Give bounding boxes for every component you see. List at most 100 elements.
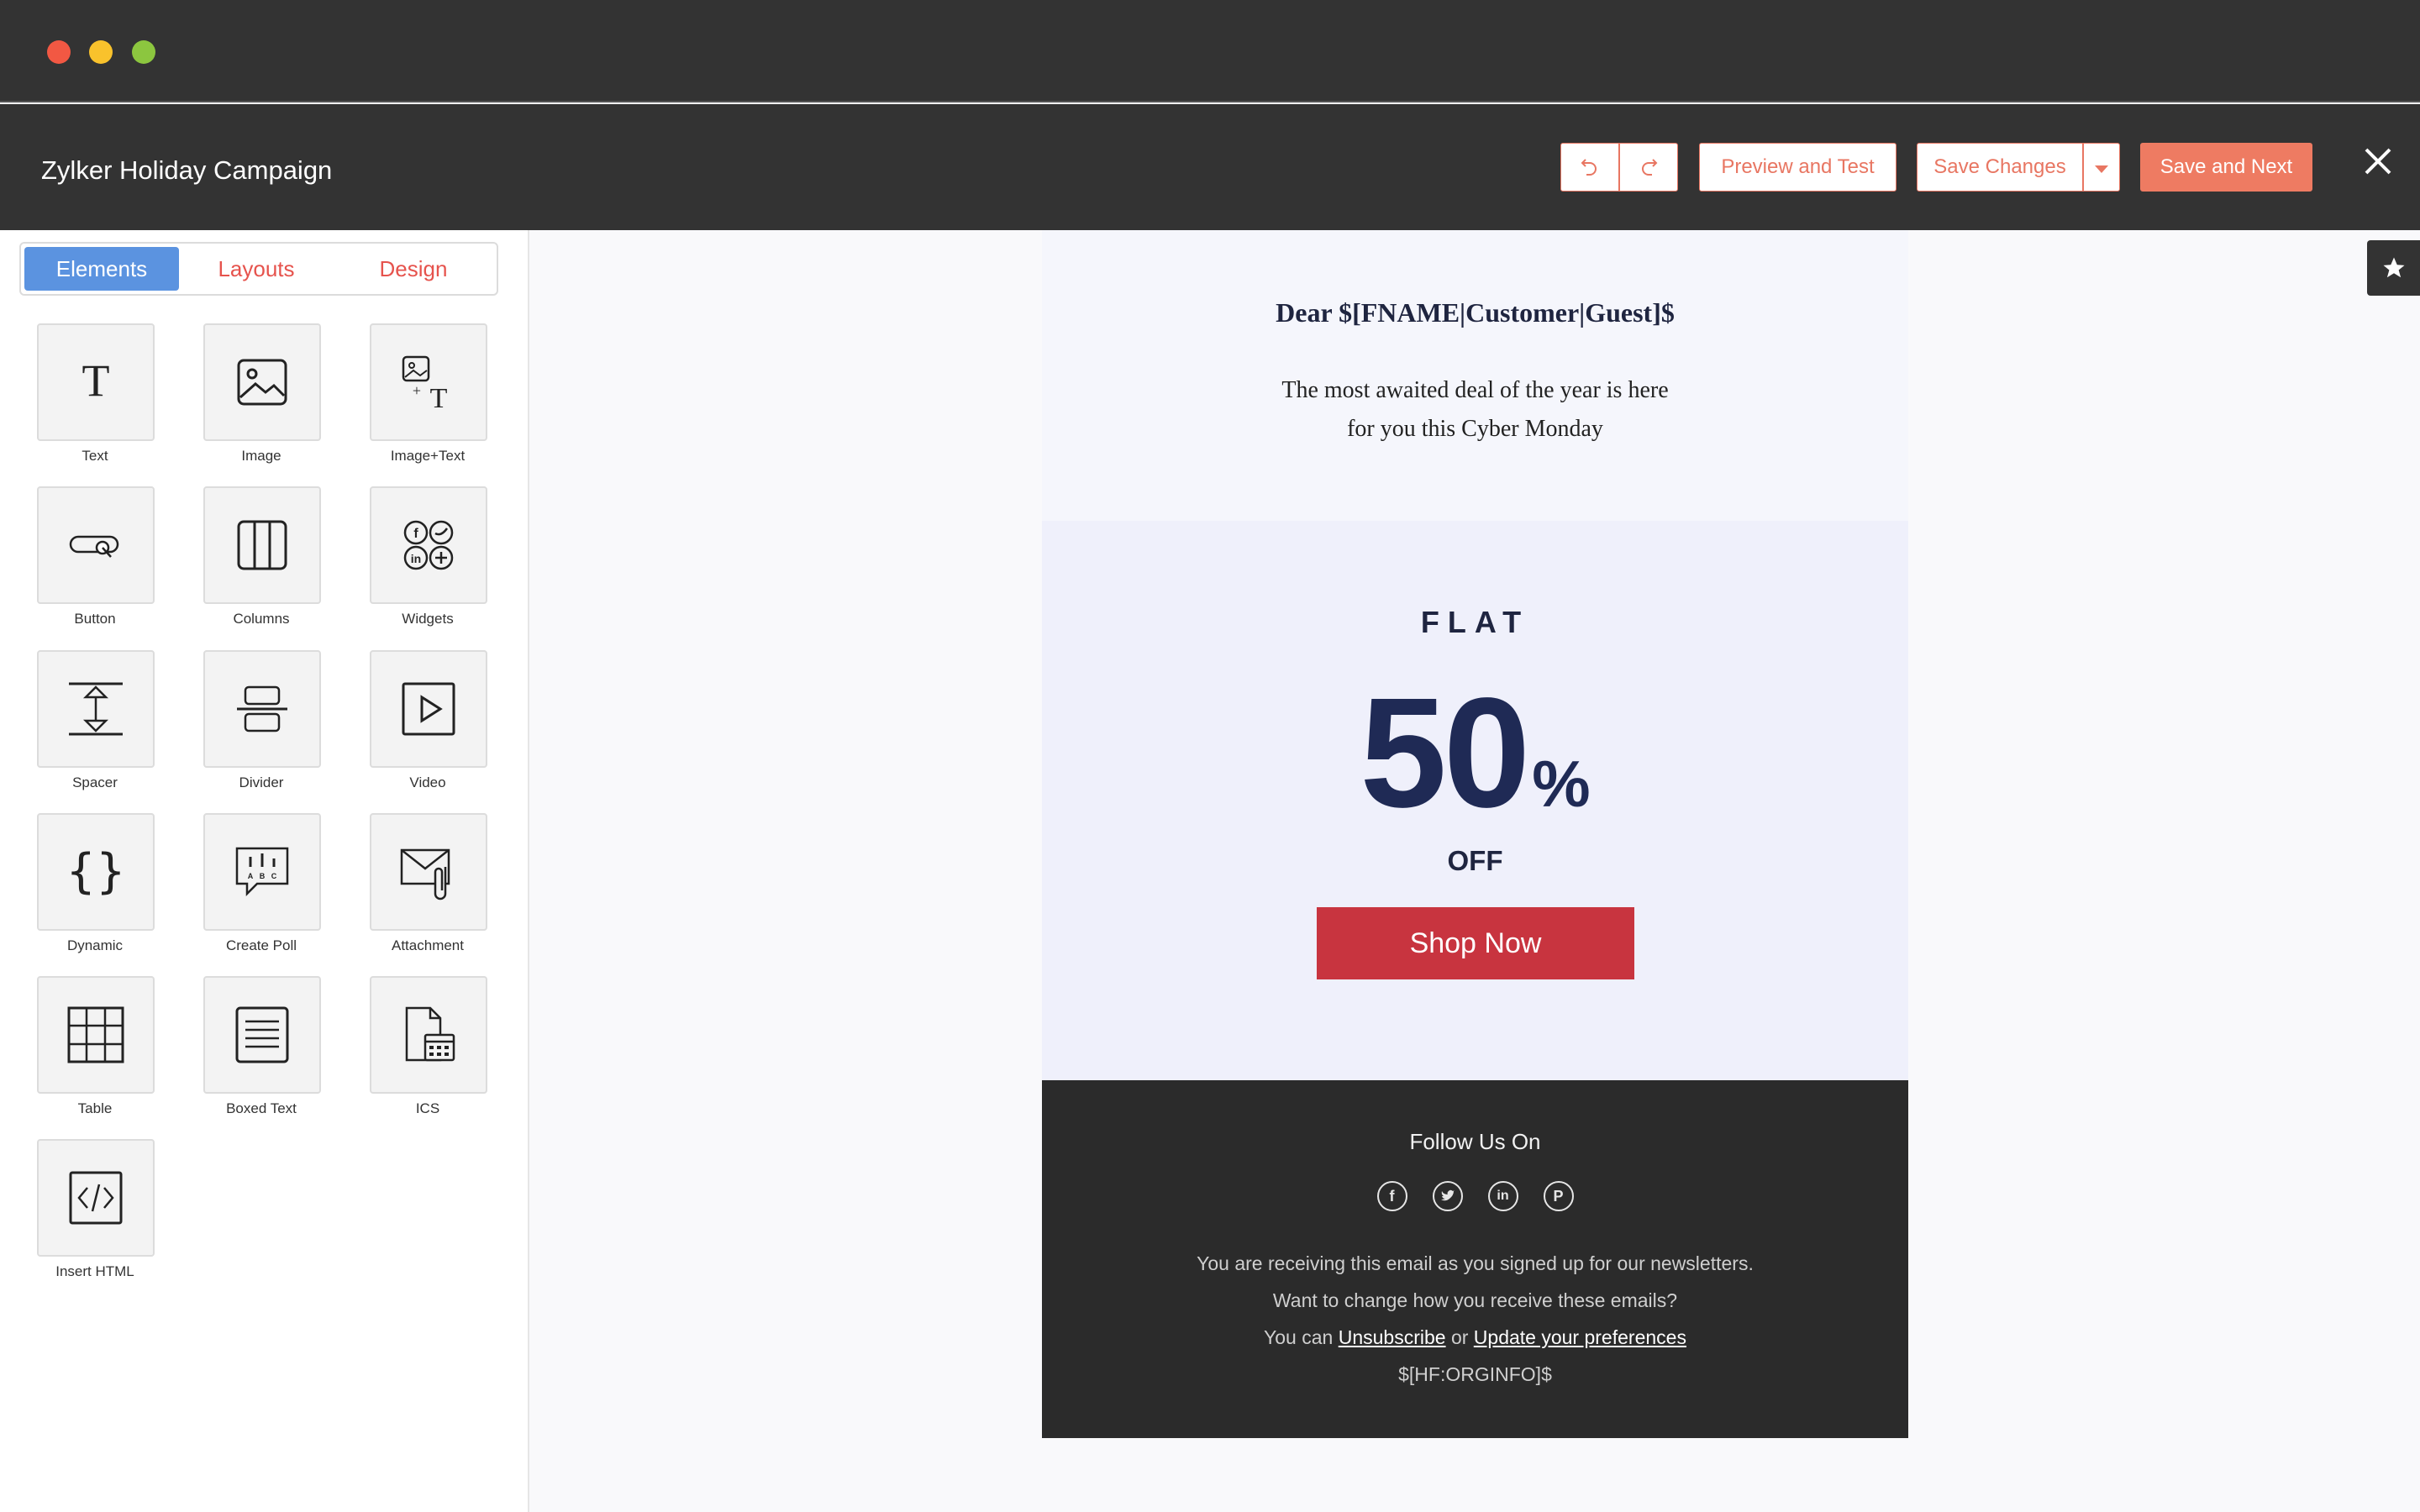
svg-text:+: + [413,382,421,399]
element-tile-insert-html[interactable] [37,1139,155,1257]
campaign-title: Zylker Holiday Campaign [41,155,333,185]
tab-layouts[interactable]: Layouts [179,247,334,291]
boxed-text-icon [235,1006,289,1063]
svg-text:T: T [82,355,110,406]
update-preferences-link[interactable]: Update your preferences [1474,1326,1686,1348]
element-tile-ics[interactable] [370,976,487,1094]
svg-text:B: B [260,872,266,880]
social-icons: f in P [1042,1181,1908,1211]
window-zoom-control[interactable] [132,40,155,64]
element-label-attachment: Attachment [392,937,464,953]
discount-number: 50 [1360,666,1530,840]
poll-icon: ABC [235,847,289,897]
sidebar-tabs: Elements Layouts Design [19,242,498,296]
element-label-button: Button [74,611,116,627]
greeting-section[interactable]: Dear $[FNAME|Customer|Guest]$ The most a… [1042,230,1908,521]
app-header: Zylker Holiday Campaign Preview and Test… [0,104,2420,230]
element-label-boxed-text: Boxed Text [226,1100,297,1116]
intro-line-1: The most awaited deal of the year is her… [1281,377,1669,403]
element-tile-table[interactable] [37,976,155,1094]
tab-design[interactable]: Design [334,247,493,291]
discount-percent: % [1532,747,1591,821]
save-changes-button[interactable]: Save Changes [1917,143,2083,192]
greeting-heading: Dear $[FNAME|Customer|Guest]$ [1276,297,1675,328]
footer-text: You are receiving this email as you sign… [1042,1245,1908,1393]
element-label-video: Video [409,774,446,790]
window-titlebar [0,0,2420,102]
element-label-divider: Divider [239,774,284,790]
footer-line-2: Want to change how you receive these ema… [1272,1289,1678,1311]
dynamic-icon: {} [66,844,125,899]
element-tile-video[interactable] [370,650,487,768]
svg-text:T: T [430,383,448,412]
redo-icon [1642,159,1658,176]
button-icon [69,535,119,558]
attachment-icon [400,848,450,900]
widgets-icon: f in [403,520,454,570]
image-icon [237,359,287,406]
intro-text: The most awaited deal of the year is her… [1042,371,1908,449]
follow-us-heading: Follow Us On [1409,1129,1541,1154]
element-tile-image-text[interactable]: + T [370,323,487,441]
spacer-icon [69,682,123,736]
footer-section[interactable]: Follow Us On f in P You are receiving th… [1042,1080,1908,1438]
element-tile-text[interactable]: T [37,323,155,441]
footer-line-1: You are receiving this email as you sign… [1197,1252,1754,1274]
element-label-create-poll: Create Poll [225,937,297,953]
element-label-widgets: Widgets [402,611,454,627]
offer-off-label: OFF [1447,845,1503,876]
element-tile-columns[interactable] [203,486,321,604]
element-tile-widgets[interactable]: f in [370,486,487,604]
elements-sidebar: Elements Layouts Design T Text Image + T … [0,230,529,1512]
svg-text:f: f [413,527,418,541]
element-label-columns: Columns [233,611,290,627]
redo-button[interactable] [1619,143,1678,192]
close-editor-button[interactable] [2361,144,2395,178]
table-icon [67,1006,124,1063]
element-tile-image[interactable] [203,323,321,441]
window-minimize-control[interactable] [89,40,113,64]
caret-down-icon [2095,165,2108,173]
linkedin-icon[interactable]: in [1487,1181,1518,1211]
html-icon [69,1171,123,1225]
save-and-next-button[interactable]: Save and Next [2140,143,2312,192]
facebook-icon[interactable]: f [1376,1181,1407,1211]
svg-text:A: A [248,872,254,880]
close-icon [2365,148,2391,175]
shop-now-button[interactable]: Shop Now [1317,907,1634,979]
element-tile-spacer[interactable] [37,650,155,768]
element-label-ics: ICS [415,1100,440,1116]
element-label-spacer: Spacer [72,774,118,790]
favorites-button[interactable] [2367,240,2420,296]
undo-button[interactable] [1560,143,1619,192]
intro-line-2: for you this Cyber Monday [1347,416,1603,442]
element-label-table: Table [77,1100,113,1116]
save-options-dropdown[interactable] [2083,143,2120,192]
divider-icon [237,685,287,732]
svg-text:{}: {} [66,844,125,899]
element-label-text: Text [82,448,108,464]
element-tile-create-poll[interactable]: ABC [203,813,321,931]
element-tile-boxed-text[interactable] [203,976,321,1094]
org-info: $[HF:ORGINFO]$ [1398,1363,1552,1385]
columns-icon [237,520,287,570]
offer-section[interactable]: FLAT 50% OFF Shop Now [1042,521,1908,1080]
image-text-icon: + T [402,355,448,412]
preview-and-test-button[interactable]: Preview and Test [1699,143,1897,192]
unsubscribe-link[interactable]: Unsubscribe [1339,1326,1446,1348]
element-tile-dynamic[interactable]: {} [37,813,155,931]
element-tile-divider[interactable] [203,650,321,768]
offer-discount: 50% [1042,664,1908,843]
element-label-image: Image [241,448,281,464]
offer-flat-label: FLAT [1420,605,1530,639]
twitter-icon[interactable] [1432,1181,1463,1211]
footer-line-3: You can Unsubscribe or Update your prefe… [1264,1326,1686,1348]
window-close-control[interactable] [47,40,71,64]
pinterest-icon[interactable]: P [1543,1181,1574,1211]
element-tile-button[interactable] [37,486,155,604]
email-preview: Dear $[FNAME|Customer|Guest]$ The most a… [1042,230,1908,1438]
element-tile-attachment[interactable] [370,813,487,931]
star-icon [2383,257,2404,278]
text-icon: T [82,355,110,406]
tab-elements[interactable]: Elements [24,247,179,291]
